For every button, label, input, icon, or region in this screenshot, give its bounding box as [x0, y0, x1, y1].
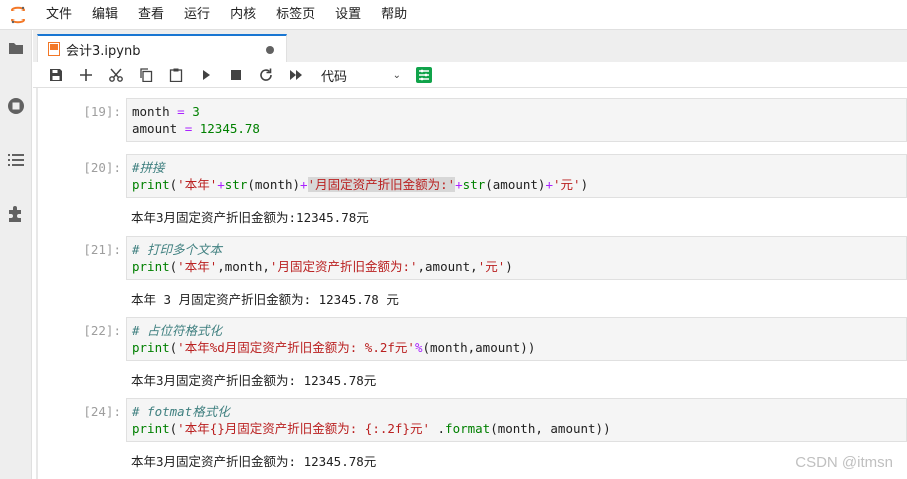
code-token: '月固定资产折旧金额为:'	[269, 259, 418, 274]
restart-icon[interactable]	[256, 65, 276, 85]
code-token: format	[445, 421, 491, 436]
code-token: '本年%d月固定资产折旧金额为: %.2f元'	[177, 340, 415, 355]
cell-input-editor[interactable]: #拼接 print('本年'+str(month)+'月固定资产折旧金额为:'+s…	[126, 154, 907, 198]
copy-icon[interactable]	[136, 65, 156, 85]
code-token: +	[217, 177, 225, 192]
tab-bar: 会计3.ipynb	[33, 30, 907, 62]
unsaved-dot-icon[interactable]	[266, 46, 274, 54]
jupyter-logo-icon	[0, 0, 36, 30]
code-line: print('本年'+str(month)+'月固定资产折旧金额为:'+str(…	[132, 176, 901, 193]
run-icon[interactable]	[196, 65, 216, 85]
save-icon[interactable]	[46, 65, 66, 85]
code-line: #拼接	[132, 159, 901, 176]
tab-title: 会计3.ipynb	[66, 43, 141, 59]
cut-icon[interactable]	[106, 65, 126, 85]
code-token: 3	[192, 104, 200, 119]
code-token: '本年{}月固定资产折旧金额为: {:.2f}元'	[177, 421, 430, 436]
code-token: )	[505, 259, 513, 274]
property-inspector-icon[interactable]	[414, 65, 434, 85]
cell-output: 本年3月固定资产折旧金额为: 12345.78元	[131, 454, 377, 469]
code-token: =	[177, 104, 185, 119]
chevron-down-icon: ⌄	[392, 69, 401, 81]
code-line: print('本年%d月固定资产折旧金额为: %.2f元'%(month,amo…	[132, 339, 901, 356]
paste-icon[interactable]	[166, 65, 186, 85]
notebook-icon	[48, 42, 60, 56]
extension-puzzle-icon[interactable]	[6, 204, 26, 224]
cell-type-label: 代码	[321, 69, 348, 85]
code-token: +	[545, 177, 553, 192]
tab-notebook[interactable]: 会计3.ipynb	[37, 34, 287, 62]
code-token: )	[580, 177, 589, 192]
menu-item[interactable]: 文件	[36, 0, 82, 30]
cell-input-editor[interactable]: # 占位符格式化 print('本年%d月固定资产折旧金额为: %.2f元'%(m…	[126, 317, 907, 361]
code-token: ,amount,	[417, 259, 478, 274]
code-token: # 占位符格式化	[132, 323, 223, 338]
execution-count: [21]:	[83, 242, 121, 257]
code-line: amount = 12345.78	[132, 120, 901, 137]
cell-output: 本年3月固定资产折旧金额为: 12345.78元	[131, 373, 377, 388]
code-token: # 打印多个文本	[132, 242, 223, 257]
cell-input-editor[interactable]: month = 3 amount = 12345.78	[126, 98, 907, 142]
cell-input-editor[interactable]: # 打印多个文本 print('本年',month,'月固定资产折旧金额为:',a…	[126, 236, 907, 280]
code-token: amount	[132, 121, 185, 136]
menu-item[interactable]: 帮助	[371, 0, 417, 30]
execution-count: [19]:	[83, 104, 121, 119]
code-token: '月固定资产折旧金额为:'	[307, 177, 456, 192]
code-token: '元'	[553, 177, 581, 192]
code-line: # 打印多个文本	[132, 241, 901, 258]
code-token: +	[300, 177, 308, 192]
notebook-panel: [19]: month = 3 amount = 12345.78 [20]: #拼接 p…	[33, 88, 907, 479]
menu-item[interactable]: 标签页	[266, 0, 325, 30]
code-token: #拼接	[132, 160, 165, 175]
code-token: '本年'	[177, 259, 218, 274]
cell-output: 本年 3 月固定资产折旧金额为: 12345.78 元	[131, 292, 399, 307]
code-token: month	[132, 104, 178, 119]
menu-item[interactable]: 编辑	[82, 0, 128, 30]
cell-type-select[interactable]: 代码 ⌄	[321, 66, 401, 85]
code-token: '元'	[477, 259, 506, 274]
code-token: str	[462, 177, 486, 192]
code-token: (amount)	[485, 177, 546, 192]
code-token: print	[132, 421, 170, 436]
code-line: print('本年{}月固定资产折旧金额为: {:.2f}元' .format(…	[132, 420, 901, 437]
table-of-contents-icon[interactable]	[6, 150, 26, 170]
code-token: print	[132, 177, 170, 192]
code-token: print	[132, 340, 170, 355]
code-token: .	[429, 421, 446, 436]
stop-icon[interactable]	[226, 65, 246, 85]
menu-bar: 文件 编辑 查看 运行 内核 标签页 设置 帮助	[0, 0, 907, 30]
notebook-left-gutter	[36, 88, 38, 479]
code-token: (month)	[247, 177, 301, 192]
execution-count: [20]:	[83, 160, 121, 175]
code-line: month = 3	[132, 103, 901, 120]
menu-item[interactable]: 内核	[220, 0, 266, 30]
code-token: # fotmat格式化	[132, 404, 230, 419]
code-line: # 占位符格式化	[132, 322, 901, 339]
code-token: (month, amount))	[490, 421, 611, 436]
notebook-toolbar: 代码 ⌄	[33, 62, 907, 88]
cell-input-editor[interactable]: # fotmat格式化 print('本年{}月固定资产折旧金额为: {:.2f}…	[126, 398, 907, 442]
fast-forward-icon[interactable]	[286, 65, 306, 85]
code-token: +	[455, 177, 463, 192]
cell-output: 本年3月固定资产折旧金额为:12345.78元	[131, 210, 369, 225]
add-cell-icon[interactable]	[76, 65, 96, 85]
code-token: (month,amount))	[422, 340, 536, 355]
code-token: ,month,	[217, 259, 270, 274]
left-sidebar	[0, 30, 32, 479]
running-kernels-icon[interactable]	[6, 96, 26, 116]
code-token: '本年'	[177, 177, 218, 192]
code-line: # fotmat格式化	[132, 403, 901, 420]
menu-item[interactable]: 设置	[325, 0, 371, 30]
code-line: print('本年',month,'月固定资产折旧金额为:',amount,'元…	[132, 258, 901, 275]
menu-item[interactable]: 查看	[128, 0, 174, 30]
menu-item[interactable]: 运行	[174, 0, 220, 30]
watermark: CSDN @itmsn	[795, 454, 893, 471]
code-token: print	[132, 259, 170, 274]
execution-count: [22]:	[83, 323, 121, 338]
folder-icon[interactable]	[6, 38, 26, 58]
code-token: str	[224, 177, 248, 192]
code-token: 12345.78	[199, 121, 260, 136]
execution-count: [24]:	[83, 404, 121, 419]
